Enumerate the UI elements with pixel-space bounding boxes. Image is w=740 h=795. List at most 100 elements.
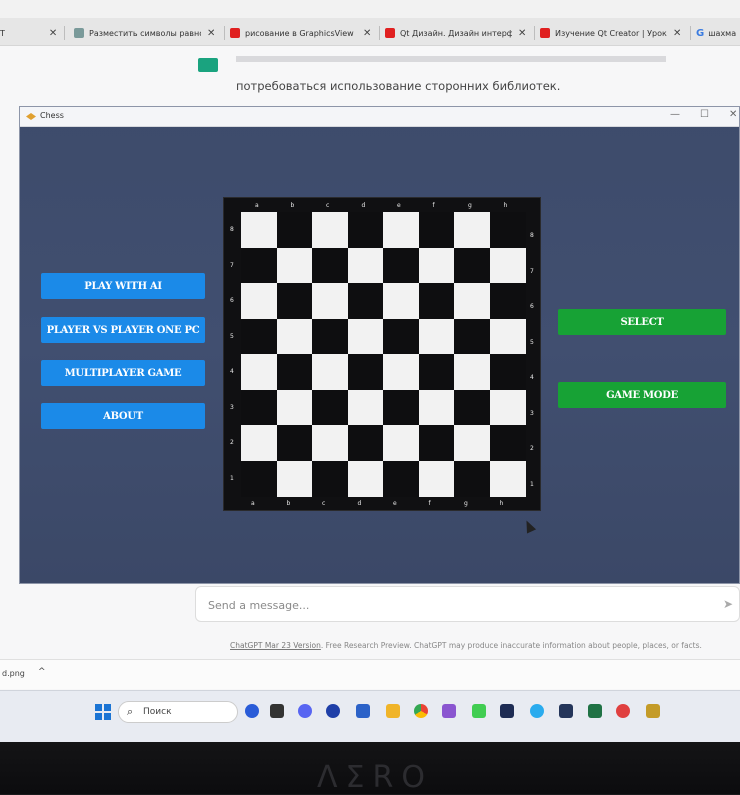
tab-browser-2[interactable]: рисование в GraphicsView | до ✕: [230, 22, 376, 44]
close-icon[interactable]: ✕: [673, 28, 681, 39]
select-button[interactable]: Select: [558, 309, 726, 335]
board-square[interactable]: [489, 247, 526, 284]
board-square[interactable]: [276, 247, 313, 284]
excel-icon[interactable]: [588, 704, 602, 718]
task-view-icon[interactable]: [270, 704, 284, 718]
play-with-ai-button[interactable]: Play with AI: [41, 273, 205, 299]
message-input[interactable]: Send a message... ➤: [195, 586, 740, 622]
app-icon-red[interactable]: [616, 704, 630, 718]
board-square[interactable]: [489, 425, 526, 461]
board-square[interactable]: [489, 212, 526, 248]
board-square[interactable]: [454, 354, 490, 390]
board-square[interactable]: [312, 247, 348, 284]
board-square[interactable]: [418, 247, 455, 284]
board-square[interactable]: [383, 283, 419, 319]
store-icon[interactable]: [356, 704, 370, 718]
folder-icon[interactable]: [386, 704, 400, 718]
tab-browser-4[interactable]: Изучение Qt Creator | Урок #4 ✕: [540, 22, 686, 44]
app-icon-ds[interactable]: [500, 704, 514, 718]
send-icon[interactable]: ➤: [723, 597, 733, 611]
version-link[interactable]: ChatGPT Mar 23 Version: [230, 641, 321, 650]
board-square[interactable]: [276, 425, 313, 461]
board-square[interactable]: [489, 318, 526, 355]
board-square[interactable]: [383, 318, 419, 355]
chess-board[interactable]: a b c d e f g h a b c d e f g h 8 7 6 5 4 3 2 1 8 7 6 5 4 3 2 1: [223, 197, 541, 511]
board-square[interactable]: [347, 425, 384, 461]
taskbar-search[interactable]: ⌕ Поиск: [118, 701, 238, 723]
widgets-icon[interactable]: [245, 704, 259, 718]
multiplayer-game-button[interactable]: Multiplayer game: [41, 360, 205, 386]
board-square[interactable]: [347, 283, 384, 319]
board-square[interactable]: [312, 283, 348, 319]
game-mode-button[interactable]: Game mode: [558, 382, 726, 408]
close-icon[interactable]: ✕: [49, 28, 57, 39]
board-square[interactable]: [454, 318, 490, 355]
tab-partial[interactable]: T ✕: [0, 22, 60, 44]
close-button[interactable]: ✕: [729, 109, 737, 120]
board-square[interactable]: [383, 354, 419, 390]
board-square[interactable]: [347, 354, 384, 390]
board-square[interactable]: [489, 460, 526, 497]
board-square[interactable]: [312, 389, 348, 426]
board-square[interactable]: [454, 425, 490, 461]
board-square[interactable]: [383, 460, 419, 497]
board-square[interactable]: [347, 460, 384, 497]
board-square[interactable]: [241, 283, 277, 319]
close-icon[interactable]: ✕: [207, 28, 215, 39]
board-square[interactable]: [241, 247, 277, 284]
chrome-icon[interactable]: [414, 704, 428, 718]
close-icon[interactable]: ✕: [363, 28, 371, 39]
board-square[interactable]: [418, 212, 455, 248]
board-square[interactable]: [241, 318, 277, 355]
visual-studio-icon[interactable]: [442, 704, 456, 718]
board-square[interactable]: [312, 460, 348, 497]
board-square[interactable]: [347, 212, 384, 248]
board-square[interactable]: [312, 354, 348, 390]
chat-icon[interactable]: [298, 704, 312, 718]
board-square[interactable]: [383, 212, 419, 248]
board-square[interactable]: [418, 354, 455, 390]
maximize-button[interactable]: ☐: [700, 109, 709, 120]
player-vs-player-button[interactable]: Player vs player one PC: [41, 317, 205, 343]
board-square[interactable]: [241, 425, 277, 461]
chevron-up-icon[interactable]: ^: [38, 667, 46, 677]
board-square[interactable]: [276, 389, 313, 426]
board-square[interactable]: [383, 389, 419, 426]
telegram-icon[interactable]: [530, 704, 544, 718]
board-square[interactable]: [418, 318, 455, 355]
windows-start-icon[interactable]: [95, 704, 111, 720]
board-square[interactable]: [276, 354, 313, 390]
board-square[interactable]: [454, 283, 490, 319]
qt-creator-icon[interactable]: [472, 704, 486, 718]
board-square[interactable]: [454, 247, 490, 284]
board-square[interactable]: [454, 212, 490, 248]
board-square[interactable]: [418, 425, 455, 461]
tab-browser-5[interactable]: G шахма: [696, 22, 740, 44]
board-square[interactable]: [418, 389, 455, 426]
tab-browser-1[interactable]: Разместить символы равноме ✕: [74, 22, 222, 44]
app-icon-blue[interactable]: [326, 704, 340, 718]
board-square[interactable]: [312, 212, 348, 248]
board-square[interactable]: [241, 460, 277, 497]
board-square[interactable]: [383, 425, 419, 461]
app-icon-dark[interactable]: [559, 704, 573, 718]
board-square[interactable]: [276, 283, 313, 319]
board-square[interactable]: [454, 389, 490, 426]
board-square[interactable]: [418, 460, 455, 497]
board-square[interactable]: [241, 212, 277, 248]
board-square[interactable]: [418, 283, 455, 319]
minimize-button[interactable]: —: [670, 109, 680, 120]
board-square[interactable]: [489, 283, 526, 319]
board-square[interactable]: [383, 247, 419, 284]
board-square[interactable]: [241, 354, 277, 390]
board-square[interactable]: [489, 354, 526, 390]
board-square[interactable]: [276, 212, 313, 248]
board-square[interactable]: [312, 318, 348, 355]
board-square[interactable]: [241, 389, 277, 426]
board-square[interactable]: [276, 460, 313, 497]
board-square[interactable]: [489, 389, 526, 426]
tab-browser-3[interactable]: Qt Дизайн. Дизайн интерфейс ✕: [385, 22, 531, 44]
board-square[interactable]: [454, 460, 490, 497]
board-square[interactable]: [347, 247, 384, 284]
board-square[interactable]: [347, 389, 384, 426]
